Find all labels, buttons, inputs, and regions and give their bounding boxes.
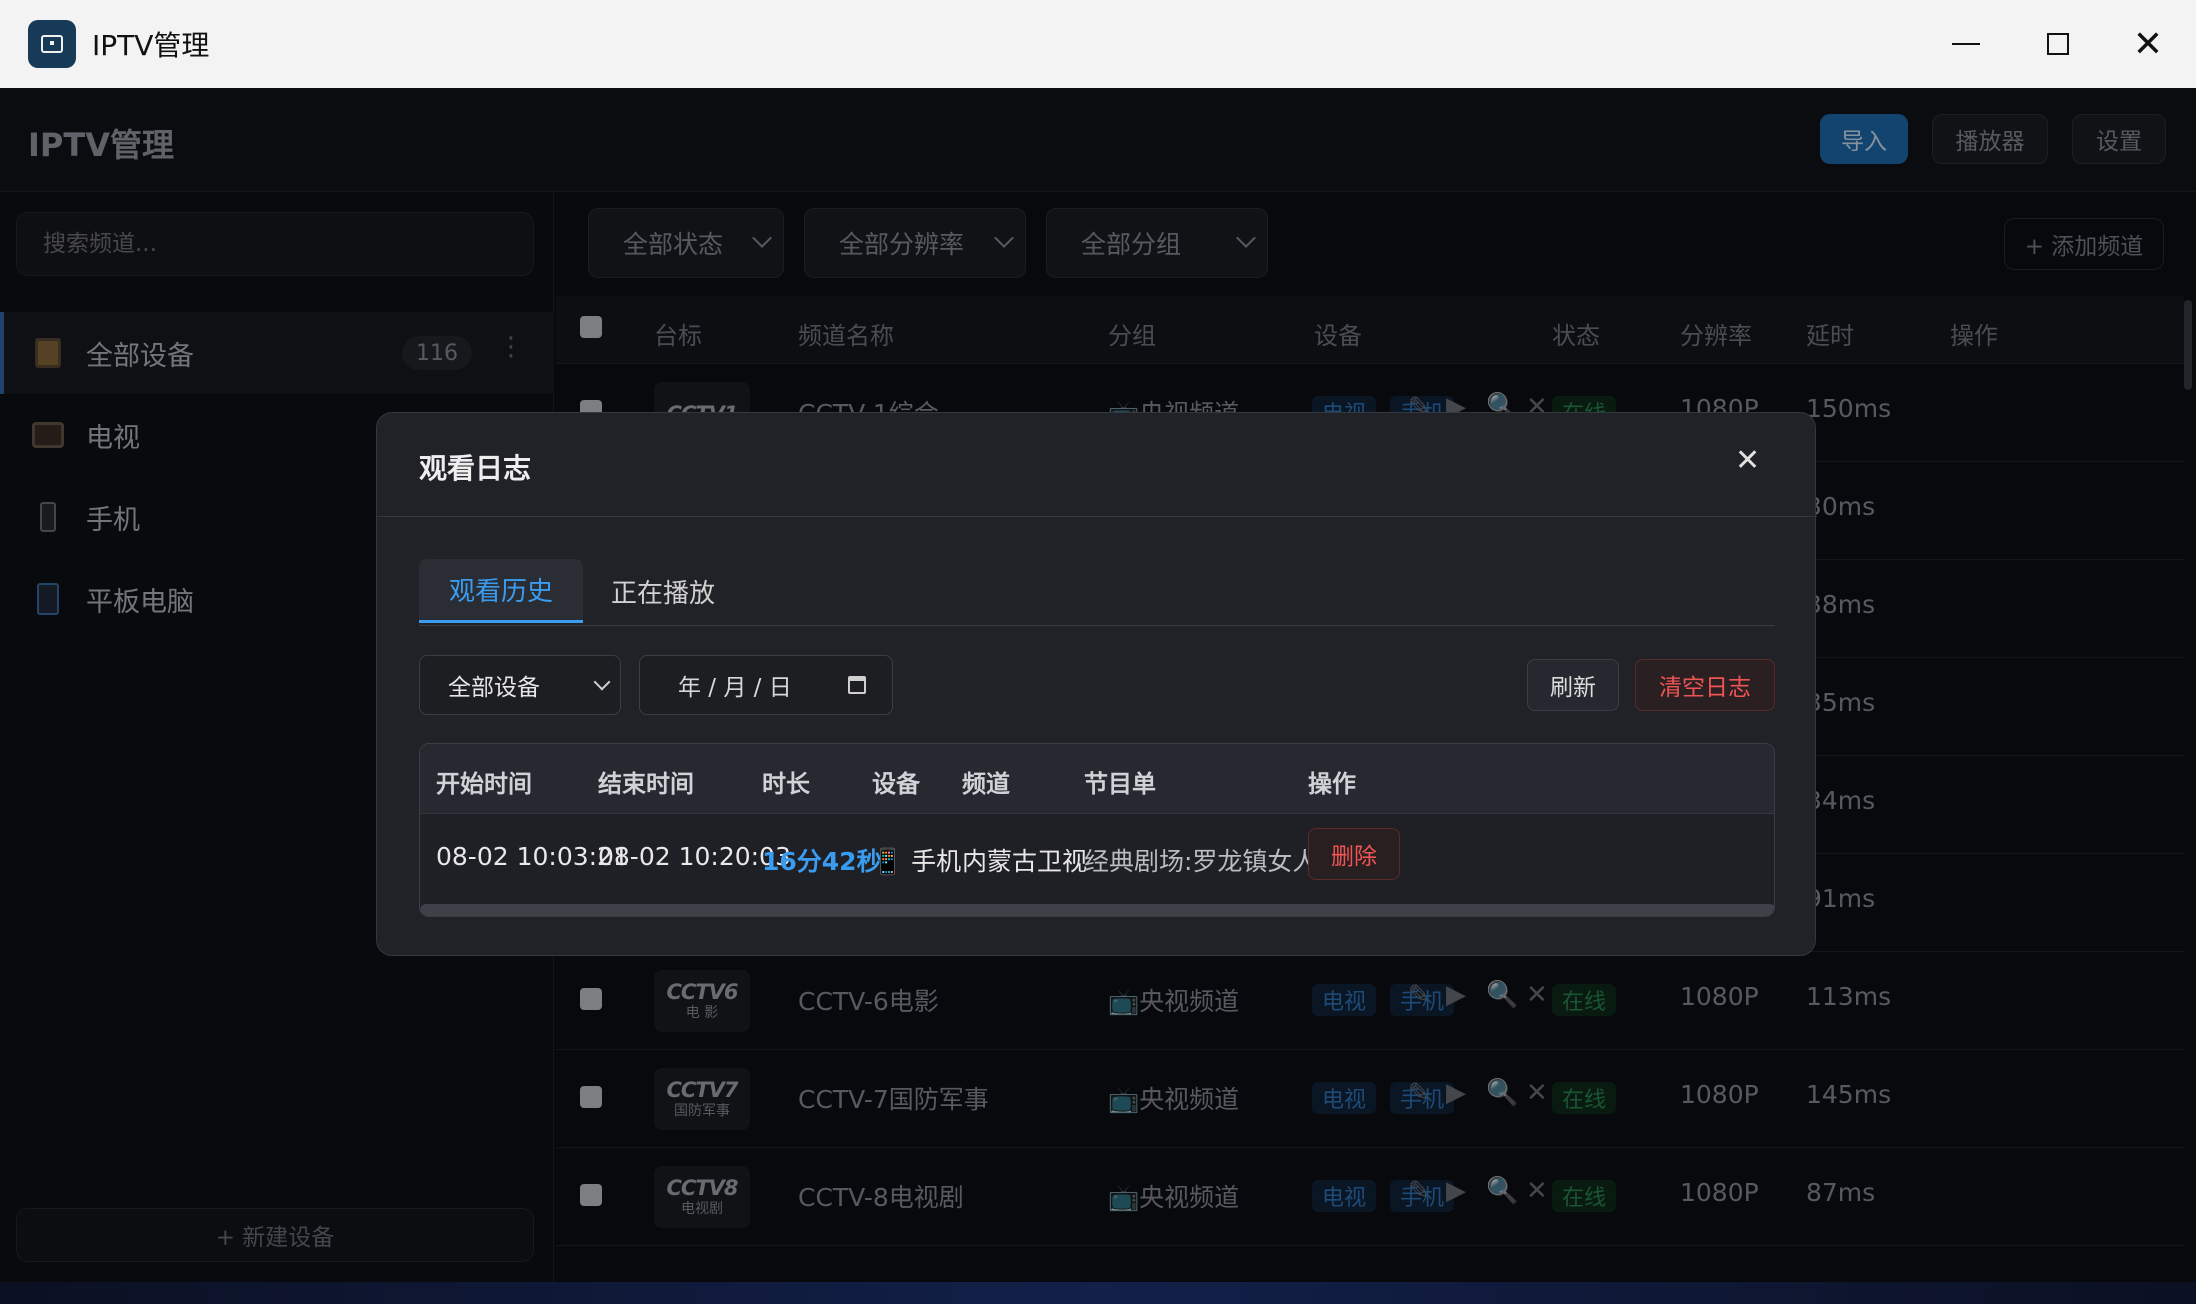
device-select[interactable]: 全部设备 bbox=[419, 655, 621, 715]
app-tv-icon bbox=[28, 20, 76, 68]
window-titlebar: IPTV管理 ✕ bbox=[0, 0, 2196, 88]
col-program: 节目单 bbox=[1084, 770, 1156, 798]
col-duration: 时长 bbox=[762, 770, 810, 798]
window-title: IPTV管理 bbox=[92, 29, 210, 62]
delete-log-button[interactable]: 删除 bbox=[1308, 828, 1400, 880]
device-select-value: 全部设备 bbox=[448, 675, 540, 701]
minimize-button[interactable] bbox=[1940, 18, 1992, 70]
close-dialog-button[interactable]: ✕ bbox=[1735, 443, 1760, 478]
close-icon: ✕ bbox=[2132, 23, 2164, 65]
close-window-button[interactable]: ✕ bbox=[2122, 18, 2174, 70]
maximize-button[interactable] bbox=[2032, 18, 2084, 70]
tabs-divider bbox=[419, 625, 1775, 626]
col-channel: 频道 bbox=[962, 770, 1010, 798]
maximize-icon bbox=[2047, 33, 2069, 55]
channel-name: 内蒙古卫视 bbox=[962, 847, 1088, 876]
col-start-time: 开始时间 bbox=[436, 770, 532, 798]
tab-watch-history[interactable]: 观看历史 bbox=[419, 559, 583, 623]
duration: 16分42秒 bbox=[762, 847, 882, 876]
watch-log-dialog: 观看日志 ✕ 观看历史 正在播放 全部设备 年 / 月 / 日 刷新 清空日志 … bbox=[376, 412, 1817, 956]
dialog-title: 观看日志 bbox=[419, 452, 532, 485]
date-placeholder: 年 / 月 / 日 bbox=[678, 675, 792, 701]
minimize-icon bbox=[1952, 43, 1980, 45]
col-device: 设备 bbox=[872, 770, 920, 798]
device: 📱 手机 bbox=[872, 847, 962, 876]
clear-log-button[interactable]: 清空日志 bbox=[1635, 659, 1775, 711]
refresh-button[interactable]: 刷新 bbox=[1527, 659, 1619, 711]
divider bbox=[377, 516, 1817, 517]
date-input[interactable]: 年 / 月 / 日 bbox=[639, 655, 893, 715]
log-table-scrollbar[interactable] bbox=[420, 904, 1774, 916]
close-icon: ✕ bbox=[1735, 443, 1761, 478]
calendar-icon[interactable] bbox=[848, 676, 866, 694]
chevron-down-icon bbox=[593, 673, 611, 691]
tab-now-playing[interactable]: 正在播放 bbox=[583, 559, 743, 623]
desktop-background bbox=[0, 1282, 2196, 1304]
col-actions: 操作 bbox=[1308, 770, 1356, 798]
watch-log-table: 开始时间 结束时间 时长 设备 频道 节目单 操作 08-02 10:03:21… bbox=[419, 743, 1775, 917]
col-end-time: 结束时间 bbox=[598, 770, 694, 798]
log-table-header: 开始时间 结束时间 时长 设备 频道 节目单 操作 bbox=[420, 744, 1774, 814]
